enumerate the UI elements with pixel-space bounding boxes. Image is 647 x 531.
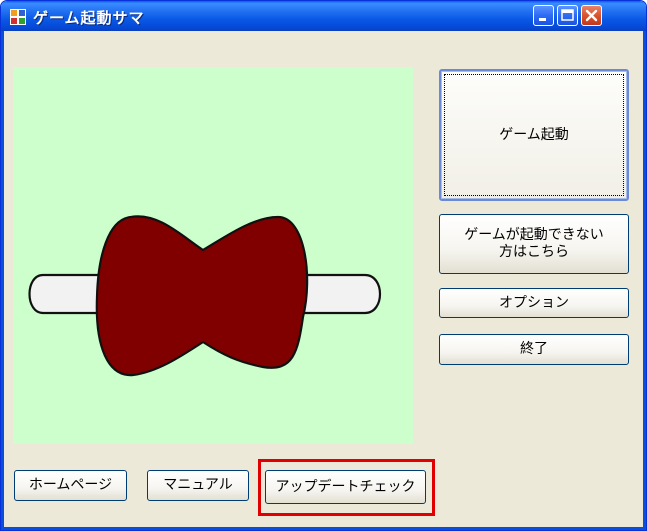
app-window: ゲーム起動サマ ゲーム起動 ゲームが起動できない 方はこちら オプション 終了 … — [0, 0, 647, 531]
maximize-icon — [561, 9, 574, 21]
window-title: ゲーム起動サマ — [33, 9, 145, 27]
minimize-button[interactable] — [533, 5, 554, 26]
app-icon — [10, 9, 26, 25]
focus-rect — [444, 74, 624, 196]
close-button[interactable] — [581, 5, 602, 26]
window-frame-right — [643, 31, 646, 530]
minimize-icon — [539, 18, 546, 21]
highlight-box — [258, 459, 435, 516]
window-frame-left — [1, 31, 4, 530]
troubleshoot-label: ゲームが起動できない 方はこちら — [464, 227, 604, 260]
close-icon — [585, 9, 598, 22]
launch-game-button[interactable]: ゲーム起動 — [439, 69, 629, 201]
banner-image — [13, 67, 413, 444]
exit-button[interactable]: 終了 — [439, 334, 629, 365]
troubleshoot-button[interactable]: ゲームが起動できない 方はこちら — [439, 214, 629, 274]
exit-label: 終了 — [520, 341, 548, 357]
title-bar[interactable]: ゲーム起動サマ — [1, 1, 646, 31]
options-button[interactable]: オプション — [439, 288, 629, 318]
bone-icon — [28, 215, 381, 377]
homepage-button[interactable]: ホームページ — [14, 470, 127, 501]
manual-label: マニュアル — [163, 477, 233, 493]
window-frame-bottom — [1, 527, 646, 530]
options-label: オプション — [499, 294, 569, 311]
manual-button[interactable]: マニュアル — [147, 470, 249, 501]
maximize-button[interactable] — [557, 5, 578, 26]
homepage-label: ホームページ — [28, 477, 113, 493]
